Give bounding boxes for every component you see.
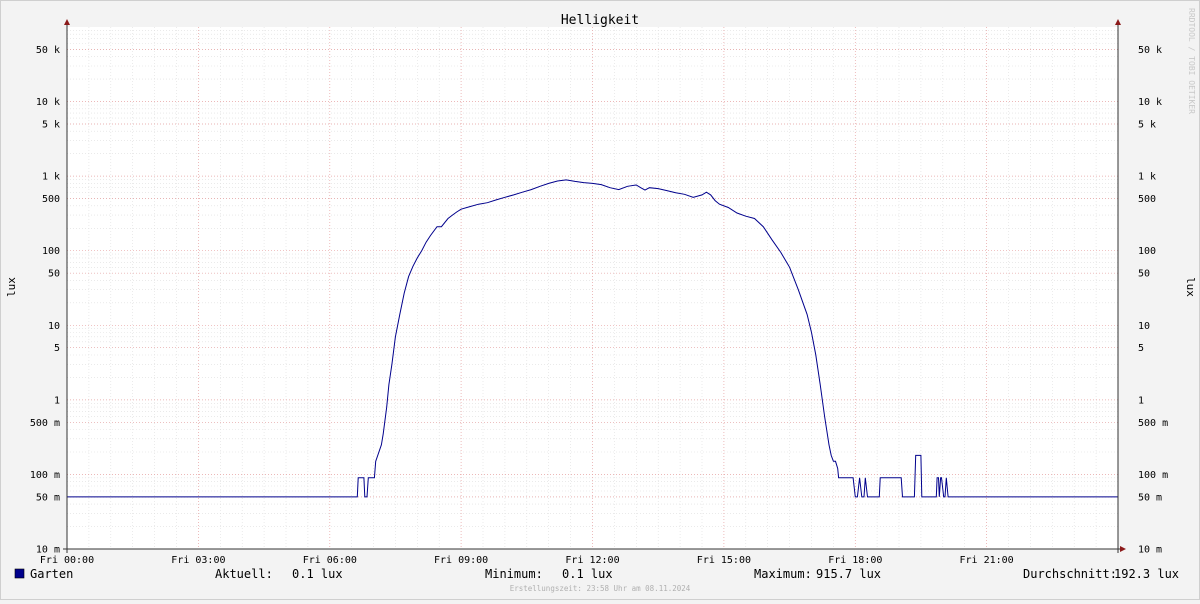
y-tick-label-left: 500 m [30, 418, 60, 429]
y-tick-label-right: 500 m [1138, 418, 1168, 429]
legend-swatch [14, 568, 25, 579]
x-axis-arrow [1120, 546, 1126, 552]
y-tick-label-right: 1 k [1138, 172, 1156, 183]
y-tick-label-right: 5 k [1138, 120, 1156, 131]
y-tick-label-left: 100 [42, 246, 60, 257]
legend-series-name: Garten [30, 567, 73, 581]
rrd-graph: Helligkeit lux lux RRDTOOL / TOBI OETIKE… [0, 0, 1200, 600]
y-tick-label-left: 50 [48, 269, 60, 280]
y-tick-label-left: 10 m [36, 545, 60, 556]
legend-max-label: Maximum: [754, 567, 812, 581]
x-tick-label: Fri 18:00 [828, 555, 882, 566]
y-tick-label-right: 50 [1138, 269, 1150, 280]
x-tick-label: Fri 21:00 [960, 555, 1014, 566]
y-tick-label-right: 50 m [1138, 492, 1162, 503]
x-tick-label: Fri 00:00 [40, 555, 94, 566]
y-axis-arrow-right [1115, 19, 1121, 25]
x-tick-label: Fri 12:00 [565, 555, 619, 566]
y-tick-label-left: 50 k [36, 45, 60, 56]
y-tick-label-right: 10 [1138, 321, 1150, 332]
legend-current-label: Aktuell: [215, 567, 273, 581]
y-tick-label-right: 1 [1138, 395, 1144, 406]
legend-current-value: 0.1 lux [292, 567, 343, 581]
y-tick-label-left: 50 m [36, 492, 60, 503]
x-tick-label: Fri 06:00 [303, 555, 357, 566]
x-tick-label: Fri 15:00 [697, 555, 751, 566]
y-tick-label-left: 100 m [30, 470, 60, 481]
y-axis-arrow-left [64, 19, 70, 25]
y-tick-label-right: 5 [1138, 343, 1144, 354]
y-tick-label-right: 50 k [1138, 45, 1162, 56]
y-axis-label-right: lux [1184, 277, 1197, 297]
y-tick-label-left: 5 [54, 343, 60, 354]
watermark: RRDTOOL / TOBI OETIKER [1187, 8, 1196, 114]
y-tick-label-left: 5 k [42, 120, 60, 131]
y-tick-label-left: 10 [48, 321, 60, 332]
x-tick-labels: Fri 00:00 Fri 03:00 Fri 06:00 Fri 09:00 Fri … [40, 555, 1014, 566]
y-tick-label-left: 1 k [42, 172, 60, 183]
legend-avg-value: 192.3 lux [1114, 567, 1179, 581]
legend-avg-label: Durchschnitt: [1023, 567, 1117, 581]
y-tick-label-right: 10 m [1138, 545, 1162, 556]
y-tick-label-left: 500 [42, 194, 60, 205]
y-tick-label-left: 10 k [36, 97, 60, 108]
y-tick-label-right: 500 [1138, 194, 1156, 205]
footer-timestamp: Erstellungszeit: 23:58 Uhr am 08.11.2024 [510, 584, 691, 593]
legend-min-label: Minimum: [485, 567, 543, 581]
brightness-chart: Helligkeit lux lux RRDTOOL / TOBI OETIKE… [5, 8, 1197, 593]
y-tick-label-left: 1 [54, 395, 60, 406]
y-tick-label-right: 100 m [1138, 470, 1168, 481]
y-tick-label-right: 10 k [1138, 97, 1162, 108]
x-tick-label: Fri 03:00 [171, 555, 225, 566]
y-tick-label-right: 100 [1138, 246, 1156, 257]
legend-min-value: 0.1 lux [562, 567, 613, 581]
legend-max-value: 915.7 lux [816, 567, 881, 581]
legend: Garten Aktuell: 0.1 lux Minimum: 0.1 lux… [14, 567, 1179, 581]
y-axis-label-left: lux [5, 277, 18, 297]
x-tick-label: Fri 09:00 [434, 555, 488, 566]
chart-title: Helligkeit [561, 13, 639, 28]
